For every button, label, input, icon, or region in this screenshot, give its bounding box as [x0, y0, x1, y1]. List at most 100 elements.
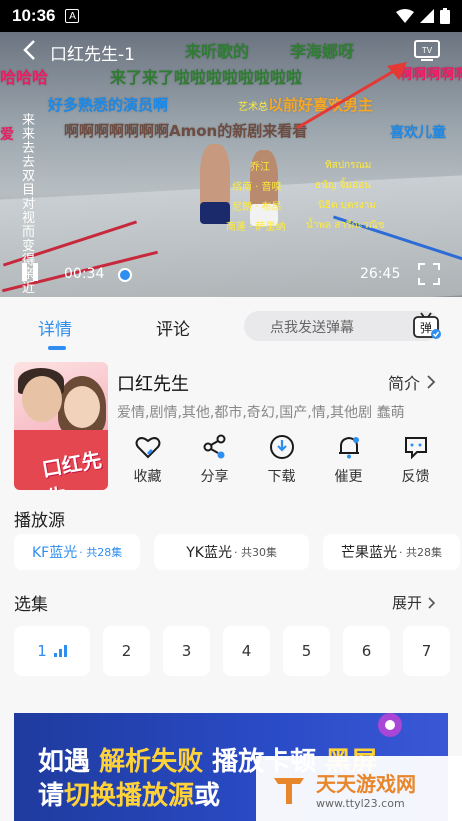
danmaku-toggle-label: 弹 — [420, 321, 432, 335]
danmaku-toggle-icon[interactable]: 弹 — [412, 312, 442, 340]
episode-item[interactable]: 1 — [14, 626, 90, 676]
source-count: · 共30集 — [233, 546, 277, 559]
download-button[interactable]: 下载 — [248, 434, 315, 494]
share-icon — [203, 434, 225, 459]
status-icons — [396, 8, 450, 24]
back-icon[interactable] — [18, 38, 42, 62]
heart-icon — [135, 437, 160, 459]
source-item-kf[interactable]: KF蓝光 · 共28集 — [14, 534, 141, 570]
episode-item[interactable]: 5 — [283, 626, 330, 676]
site-watermark: 天天游戏网 www.ttyl23.com — [256, 756, 462, 821]
episode-list: 1 2 3 4 5 6 7 — [14, 626, 450, 676]
expand-episodes-button[interactable]: 展开 — [392, 592, 436, 613]
source-list: KF蓝光 · 共28集 YK蓝光 · 共30集 芒果蓝光 · 共28集 — [14, 534, 460, 570]
total-time: 26:45 — [360, 266, 401, 282]
download-icon — [269, 435, 294, 459]
battery-icon — [440, 8, 450, 24]
favorite-button[interactable]: 收藏 — [114, 434, 181, 494]
credit-text: ธนัญ จิ้มอ่อน — [315, 180, 371, 191]
episode-item[interactable]: 7 — [403, 626, 450, 676]
urge-update-button[interactable]: 催更 — [315, 434, 382, 494]
episodes-title: 选集 — [14, 595, 48, 615]
danmaku-comment: 哈哈哈 — [0, 68, 49, 87]
feedback-label: 反馈 — [401, 469, 430, 485]
show-genres: 爱情,剧情,其他,都市,奇幻,国产,情,其他剧 蠢萌 — [117, 405, 405, 421]
episode-number: 4 — [241, 642, 252, 660]
episode-number: 1 — [37, 642, 47, 660]
danmaku-comment: 啊啊啊啊啊啊啊Amon的新剧来看看 — [64, 122, 308, 140]
tab-comments[interactable]: 评论 — [156, 315, 190, 340]
chevron-right-icon — [428, 596, 436, 609]
cast-tv-icon[interactable]: TV — [413, 38, 441, 62]
site-logo-icon — [274, 777, 304, 804]
tab-bar: 详情 评论 点我发送弹幕 — [0, 297, 462, 352]
episode-number: 6 — [361, 642, 372, 660]
feedback-icon — [404, 437, 427, 460]
source-item-mango[interactable]: 芒果蓝光 · 共28集 — [322, 534, 460, 570]
player-title: 口红先生-1 — [50, 45, 135, 65]
show-poster[interactable]: 口红先生 — [14, 362, 108, 490]
danmaku-comment: 李海娜呀 — [290, 42, 355, 61]
danmaku-comment: 爱 — [0, 127, 14, 143]
source-name: 芒果蓝光 — [340, 545, 397, 561]
episode-number: 5 — [301, 642, 312, 660]
source-name: YK蓝光 — [186, 545, 232, 561]
status-bar: 10:36 A — [0, 0, 462, 32]
pause-button[interactable] — [22, 263, 44, 285]
watermark-name: 天天游戏网 — [316, 771, 416, 796]
episode-item[interactable]: 6 — [343, 626, 390, 676]
action-row: 收藏 分享 下载 催更 反馈 — [114, 434, 454, 494]
credit-text: 艺术总 — [238, 102, 268, 113]
fullscreen-icon[interactable] — [418, 263, 440, 285]
episode-number: 3 — [181, 642, 192, 660]
download-label: 下载 — [267, 469, 296, 485]
intro-link[interactable]: 简介 — [388, 370, 436, 394]
chevron-right-icon — [427, 375, 436, 389]
seek-handle[interactable] — [118, 268, 132, 282]
watermark-url: www.ttyl23.com — [316, 796, 405, 810]
credit-text: นิธิต บุตรงาม — [318, 200, 376, 211]
show-title: 口红先生 — [117, 374, 189, 395]
banner-line-2: 请切换播放源或 — [38, 781, 221, 811]
source-count: · 共28集 — [398, 546, 442, 559]
episode-item[interactable]: 4 — [223, 626, 270, 676]
source-item-yk[interactable]: YK蓝光 · 共30集 — [154, 534, 309, 570]
annotation-arrow — [296, 62, 407, 130]
credit-text: 尼朗 · 布昂 — [232, 202, 282, 213]
credit-text: น้ำพล สารีกะวณิช — [306, 220, 385, 231]
feedback-button[interactable]: 反馈 — [382, 434, 449, 494]
danmaku-comment: 好多熟悉的演员啊 — [48, 96, 169, 114]
status-time: 10:36 — [12, 6, 56, 25]
danmaku-placeholder: 点我发送弹幕 — [270, 320, 354, 336]
active-tab-indicator — [48, 346, 66, 350]
share-button[interactable]: 分享 — [181, 434, 248, 494]
playing-indicator-icon — [53, 645, 67, 657]
credit-text: ทิสปกรณม — [325, 160, 372, 171]
episode-number: 2 — [121, 642, 132, 660]
credit-text: 乔江 — [250, 162, 270, 173]
danmaku-comment: 来听歌的 — [185, 42, 250, 61]
banner-decoration-icon — [378, 713, 402, 737]
current-time: 00:34 — [64, 266, 105, 282]
credit-text: 络南 · 音嗅 — [232, 182, 282, 193]
share-label: 分享 — [200, 469, 229, 485]
expand-label: 展开 — [392, 594, 423, 612]
signal-icon — [420, 9, 434, 23]
urge-update-label: 催更 — [334, 469, 363, 485]
episode-number: 7 — [421, 642, 432, 660]
favorite-label: 收藏 — [133, 469, 162, 485]
wifi-icon — [396, 9, 414, 23]
episode-item[interactable]: 3 — [163, 626, 210, 676]
source-name: KF蓝光 — [32, 545, 78, 561]
source-count: · 共28集 — [79, 546, 123, 559]
intro-label: 简介 — [388, 374, 421, 393]
tab-details[interactable]: 详情 — [38, 315, 72, 340]
credit-text: 南蓬 · 萨里纳 — [226, 222, 286, 233]
sources-title: 播放源 — [14, 511, 65, 531]
danmaku-input[interactable]: 点我发送弹幕 — [244, 311, 440, 341]
bell-icon — [338, 436, 359, 459]
notification-icon: A — [65, 9, 80, 23]
danmaku-comment: 来了来了啦啦啦啦啦啦啦啦 — [110, 68, 303, 87]
svg-text:TV: TV — [422, 46, 433, 55]
episode-item[interactable]: 2 — [103, 626, 150, 676]
